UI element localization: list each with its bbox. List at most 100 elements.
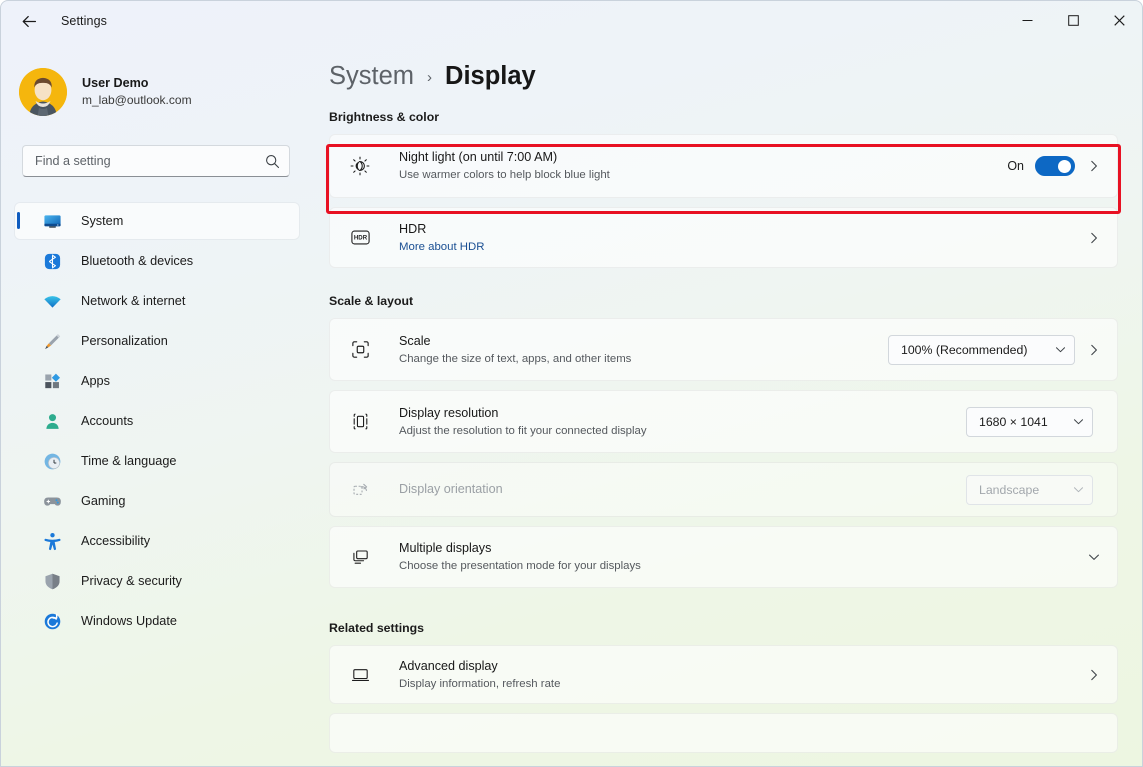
chevron-right-icon[interactable]	[1081, 153, 1107, 179]
wifi-icon	[42, 291, 62, 311]
chevron-right-icon[interactable]	[1081, 337, 1107, 363]
sidebar-item-label: Windows Update	[81, 614, 177, 628]
toggle-knob	[1058, 160, 1071, 173]
window-controls	[1004, 1, 1142, 39]
sidebar-item-accessibility[interactable]: Accessibility	[15, 523, 299, 559]
display-resolution-row[interactable]: Display resolution Adjust the resolution…	[329, 390, 1118, 453]
display-orientation-title: Display orientation	[399, 480, 966, 498]
sidebar-item-label: Privacy & security	[81, 574, 182, 588]
display-resolution-dropdown[interactable]: 1680 × 1041	[966, 407, 1093, 437]
sidebar-item-bluetooth-devices[interactable]: Bluetooth & devices	[15, 243, 299, 279]
search-input[interactable]	[35, 154, 265, 168]
display-orientation-dropdown: Landscape	[966, 475, 1093, 505]
breadcrumb-system[interactable]: System	[329, 62, 414, 91]
display-orientation-value: Landscape	[979, 483, 1039, 497]
update-refresh-icon	[42, 611, 62, 631]
chevron-right-icon[interactable]	[1081, 225, 1107, 251]
person-icon	[42, 411, 62, 431]
scale-text: Scale Change the size of text, apps, and…	[399, 332, 888, 368]
night-light-toggle-state: On	[1007, 159, 1024, 173]
close-icon	[1114, 15, 1125, 26]
sidebar-item-apps[interactable]: Apps	[15, 363, 299, 399]
svg-text:HDR: HDR	[353, 235, 367, 242]
display-resolution-title: Display resolution	[399, 404, 966, 422]
page-title: Display	[445, 62, 536, 91]
scale-row[interactable]: Scale Change the size of text, apps, and…	[329, 318, 1118, 381]
search-icon[interactable]	[265, 154, 280, 169]
profile-card[interactable]: User Demo m_lab@outlook.com	[19, 64, 289, 120]
profile-name: User Demo	[82, 75, 192, 92]
settings-window: Settings	[0, 0, 1143, 767]
multiple-displays-title: Multiple displays	[399, 539, 1075, 557]
back-button[interactable]	[12, 6, 46, 36]
display-resolution-value: 1680 × 1041	[979, 415, 1048, 429]
breadcrumb-separator: ›	[427, 69, 432, 86]
back-arrow-icon	[21, 13, 38, 30]
rotate-orientation-icon	[348, 478, 372, 502]
avatar	[19, 68, 67, 116]
search-box[interactable]	[22, 145, 290, 177]
night-light-row[interactable]: Night light (on until 7:00 AM) Use warme…	[329, 134, 1118, 198]
scale-dropdown[interactable]: 100% (Recommended)	[888, 335, 1075, 365]
maximize-icon	[1068, 15, 1079, 26]
sidebar-item-label: Gaming	[81, 494, 125, 508]
sidebar-item-windows-update[interactable]: Windows Update	[15, 603, 299, 639]
sidebar-item-label: Personalization	[81, 334, 168, 348]
multiple-displays-icon	[348, 545, 372, 569]
hdr-text: HDR More about HDR	[399, 220, 1075, 256]
next-row-partial[interactable]	[329, 713, 1118, 753]
sidebar-item-gaming[interactable]: Gaming	[15, 483, 299, 519]
night-light-text: Night light (on until 7:00 AM) Use warme…	[399, 148, 1007, 184]
advanced-display-row[interactable]: Advanced display Display information, re…	[329, 645, 1118, 704]
hdr-learn-more-link[interactable]: More about HDR	[399, 239, 1075, 256]
sidebar: User Demo m_lab@outlook.com	[1, 41, 313, 767]
sidebar-nav: System Bluetooth & devices	[1, 203, 313, 639]
display-resolution-icon	[348, 410, 372, 434]
multiple-displays-row[interactable]: Multiple displays Choose the presentatio…	[329, 526, 1118, 588]
night-light-toggle-group: On	[1007, 156, 1075, 176]
sidebar-item-system[interactable]: System	[15, 203, 299, 239]
sidebar-item-label: Time & language	[81, 454, 176, 468]
night-light-title: Night light (on until 7:00 AM)	[399, 148, 1007, 166]
gamepad-icon	[42, 491, 62, 511]
shield-icon	[42, 571, 62, 591]
hdr-row[interactable]: HDR HDR More about HDR	[329, 207, 1118, 268]
scale-value: 100% (Recommended)	[901, 343, 1027, 357]
chevron-down-icon	[1055, 344, 1066, 355]
night-light-toggle[interactable]	[1035, 156, 1075, 176]
advanced-display-subtitle: Display information, refresh rate	[399, 676, 1075, 693]
minimize-icon	[1022, 15, 1033, 26]
display-resolution-text: Display resolution Adjust the resolution…	[399, 404, 966, 440]
sidebar-item-network-internet[interactable]: Network & internet	[15, 283, 299, 319]
hdr-badge-icon: HDR	[348, 226, 372, 250]
profile-text: User Demo m_lab@outlook.com	[82, 75, 192, 108]
chevron-down-icon[interactable]	[1081, 544, 1107, 570]
multiple-displays-subtitle: Choose the presentation mode for your di…	[399, 558, 1075, 575]
maximize-button[interactable]	[1050, 1, 1096, 39]
chevron-right-icon[interactable]	[1081, 662, 1107, 688]
clock-globe-icon	[42, 451, 62, 471]
sidebar-item-label: Accounts	[81, 414, 133, 428]
display-orientation-row: Display orientation Landscape	[329, 462, 1118, 517]
scale-resize-icon	[348, 338, 372, 362]
minimize-button[interactable]	[1004, 1, 1050, 39]
sidebar-item-privacy-security[interactable]: Privacy & security	[15, 563, 299, 599]
sidebar-item-label: Bluetooth & devices	[81, 254, 193, 268]
section-title-brightness-color: Brightness & color	[329, 110, 1142, 124]
breadcrumb: System › Display	[329, 62, 1142, 91]
advanced-display-title: Advanced display	[399, 657, 1075, 675]
scale-subtitle: Change the size of text, apps, and other…	[399, 351, 888, 368]
multiple-displays-text: Multiple displays Choose the presentatio…	[399, 539, 1075, 575]
sidebar-item-personalization[interactable]: Personalization	[15, 323, 299, 359]
paintbrush-icon	[42, 331, 62, 351]
sidebar-item-accounts[interactable]: Accounts	[15, 403, 299, 439]
user-avatar-icon	[19, 68, 67, 116]
close-button[interactable]	[1096, 1, 1142, 39]
accessibility-icon	[42, 531, 62, 551]
chevron-down-icon	[1073, 484, 1084, 495]
sidebar-item-time-language[interactable]: Time & language	[15, 443, 299, 479]
chevron-down-icon	[1073, 416, 1084, 427]
sidebar-item-label: System	[81, 214, 123, 228]
profile-email: m_lab@outlook.com	[82, 93, 192, 109]
sidebar-item-label: Accessibility	[81, 534, 150, 548]
